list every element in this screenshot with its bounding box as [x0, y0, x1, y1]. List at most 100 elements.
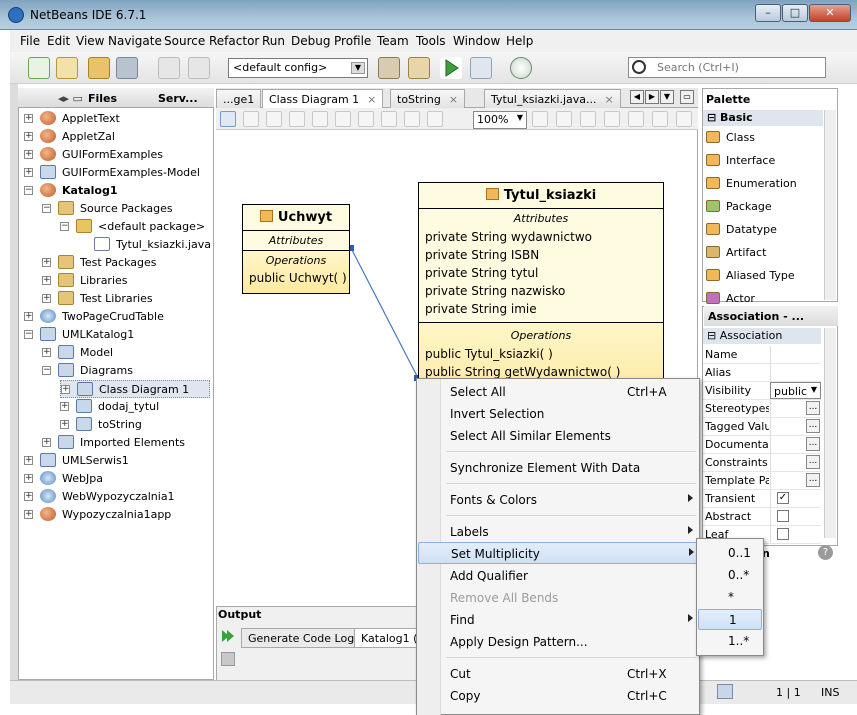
- tree-item[interactable]: Tytul_ksiazki.java: [78, 236, 211, 254]
- menu-source[interactable]: Source: [164, 34, 205, 48]
- tree-item[interactable]: + Test Libraries: [42, 290, 210, 308]
- menu-run[interactable]: Run: [262, 34, 285, 48]
- property-value[interactable]: ...: [770, 418, 821, 435]
- expand-toggle-icon[interactable]: −: [24, 186, 33, 195]
- property-value[interactable]: [770, 508, 821, 525]
- tree-item[interactable]: + WebJpa: [24, 470, 210, 488]
- tree-item[interactable]: − Katalog1: [24, 182, 210, 200]
- close-icon[interactable]: ×: [367, 93, 376, 106]
- menu-item-cut[interactable]: Cut Ctrl+X: [418, 663, 698, 685]
- stop-icon[interactable]: [221, 652, 235, 666]
- layout-icon[interactable]: [335, 111, 351, 127]
- pan-icon[interactable]: [243, 111, 259, 127]
- tree-item[interactable]: + Imported Elements: [42, 434, 210, 452]
- menu-refactor[interactable]: Refactor: [209, 34, 259, 48]
- save-all-icon[interactable]: [116, 57, 138, 79]
- palette-scrollbar[interactable]: [824, 110, 836, 300]
- property-value[interactable]: [770, 526, 821, 543]
- build-hammer-icon[interactable]: [378, 57, 400, 79]
- property-value[interactable]: [770, 346, 821, 363]
- expand-toggle-icon[interactable]: +: [61, 385, 70, 394]
- navigate-link-icon[interactable]: [289, 111, 305, 127]
- expand-toggle-icon[interactable]: +: [24, 492, 33, 501]
- zoom-fit-icon[interactable]: [404, 111, 420, 127]
- menu-item-select-all[interactable]: Select All Ctrl+A: [418, 381, 698, 403]
- undo-icon[interactable]: [158, 57, 180, 79]
- expand-toggle-icon[interactable]: +: [42, 438, 51, 447]
- ellipsis-button[interactable]: ...: [806, 437, 820, 451]
- expand-toggle-icon[interactable]: +: [42, 348, 51, 357]
- close-button[interactable]: ✕: [809, 4, 851, 22]
- tree-item[interactable]: + dodaj_tytul: [60, 398, 210, 416]
- expand-toggle-icon[interactable]: −: [24, 330, 33, 339]
- new-project-icon[interactable]: [56, 57, 78, 79]
- expand-toggle-icon[interactable]: +: [42, 276, 51, 285]
- properties-section[interactable]: ⊟ Association: [703, 328, 821, 344]
- tree-item[interactable]: + UMLSerwis1: [24, 452, 210, 470]
- minimize-button[interactable]: –: [755, 4, 781, 22]
- checkbox[interactable]: [777, 510, 789, 522]
- maximize-editor-icon[interactable]: ▭: [680, 90, 694, 104]
- tree-item[interactable]: + AppletZal: [24, 128, 210, 146]
- overview-icon[interactable]: [652, 111, 668, 127]
- tree-item[interactable]: − <default package>: [60, 218, 210, 236]
- tab-ge1[interactable]: ...ge1: [216, 89, 262, 108]
- menu-item-select-all-similar[interactable]: Select All Similar Elements: [418, 425, 698, 447]
- menu-item-invert-selection[interactable]: Invert Selection: [418, 403, 698, 425]
- maximize-button[interactable]: □: [782, 4, 808, 22]
- configuration-select[interactable]: <default config> ▼: [228, 58, 368, 78]
- output-tab-generate-code-log[interactable]: Generate Code Log: [241, 628, 362, 648]
- tab-class-diagram-1[interactable]: Class Diagram 1 ×: [262, 89, 384, 108]
- expand-toggle-icon[interactable]: −: [42, 366, 51, 375]
- expand-toggle-icon[interactable]: +: [24, 150, 33, 159]
- tree-item[interactable]: + Wypozyczalnia1app: [24, 506, 210, 524]
- zoom-select[interactable]: 100% ▼: [473, 111, 527, 129]
- export-icon[interactable]: [628, 111, 644, 127]
- menu-item-apply-design-pattern[interactable]: Apply Design Pattern...: [418, 631, 698, 653]
- menu-edit[interactable]: Edit: [47, 34, 70, 48]
- menu-window[interactable]: Window: [453, 34, 500, 48]
- profile-icon[interactable]: [510, 57, 532, 79]
- ellipsis-button[interactable]: ...: [806, 401, 820, 415]
- tree-item[interactable]: + Test Packages: [42, 254, 210, 272]
- open-project-icon[interactable]: [88, 57, 110, 79]
- collapse-icon[interactable]: [676, 111, 692, 127]
- ellipsis-button[interactable]: ...: [806, 455, 820, 469]
- tab-list-icon[interactable]: ▼: [660, 90, 674, 104]
- scroll-left-icon[interactable]: ◀: [630, 90, 644, 104]
- fit-icon[interactable]: [381, 111, 397, 127]
- tree-item[interactable]: + TwoPageCrudTable: [24, 308, 210, 326]
- expand-toggle-icon[interactable]: +: [24, 132, 33, 141]
- checkbox[interactable]: ✓: [777, 492, 789, 504]
- relayout-icon[interactable]: [358, 111, 374, 127]
- menu-help[interactable]: Help: [506, 34, 533, 48]
- expand-toggle-icon[interactable]: +: [42, 294, 51, 303]
- property-value[interactable]: ✓: [770, 490, 821, 507]
- redo-icon[interactable]: [188, 57, 210, 79]
- palette-section-basic[interactable]: ⊟ Basic: [703, 110, 823, 126]
- expand-toggle-icon[interactable]: +: [24, 456, 33, 465]
- expand-toggle-icon[interactable]: +: [24, 510, 33, 519]
- expand-toggle-icon[interactable]: +: [60, 420, 69, 429]
- search-input[interactable]: Search (Ctrl+I): [628, 57, 826, 78]
- notifications-icon[interactable]: [717, 684, 733, 699]
- menu-tools[interactable]: Tools: [416, 34, 446, 48]
- tab-services[interactable]: Serv...: [158, 92, 198, 105]
- zoom-interactive-icon[interactable]: [266, 111, 282, 127]
- ellipsis-button[interactable]: ...: [806, 473, 820, 487]
- menu-navigate[interactable]: Navigate: [108, 34, 162, 48]
- multiplicity-1-many[interactable]: 1..*: [698, 631, 762, 652]
- run-icon[interactable]: [440, 57, 462, 79]
- multiplicity-1[interactable]: 1: [698, 609, 762, 630]
- menu-item-set-multiplicity[interactable]: Set Multiplicity: [418, 542, 698, 564]
- tree-item[interactable]: + GUIFormExamples-Model: [24, 164, 210, 182]
- tab-files[interactable]: Files: [88, 92, 117, 105]
- menu-file[interactable]: File: [20, 34, 40, 48]
- tab-tytul-ksiazki-java[interactable]: Tytul_ksiazki.java... ×: [484, 89, 621, 108]
- menu-item-synchronize[interactable]: Synchronize Element With Data: [418, 457, 698, 479]
- menu-item-labels[interactable]: Labels: [418, 521, 698, 543]
- menu-item-find[interactable]: Find: [418, 609, 698, 631]
- close-icon[interactable]: ×: [605, 93, 614, 106]
- new-file-icon[interactable]: [28, 57, 50, 79]
- tree-item[interactable]: + Class Diagram 1: [60, 380, 210, 398]
